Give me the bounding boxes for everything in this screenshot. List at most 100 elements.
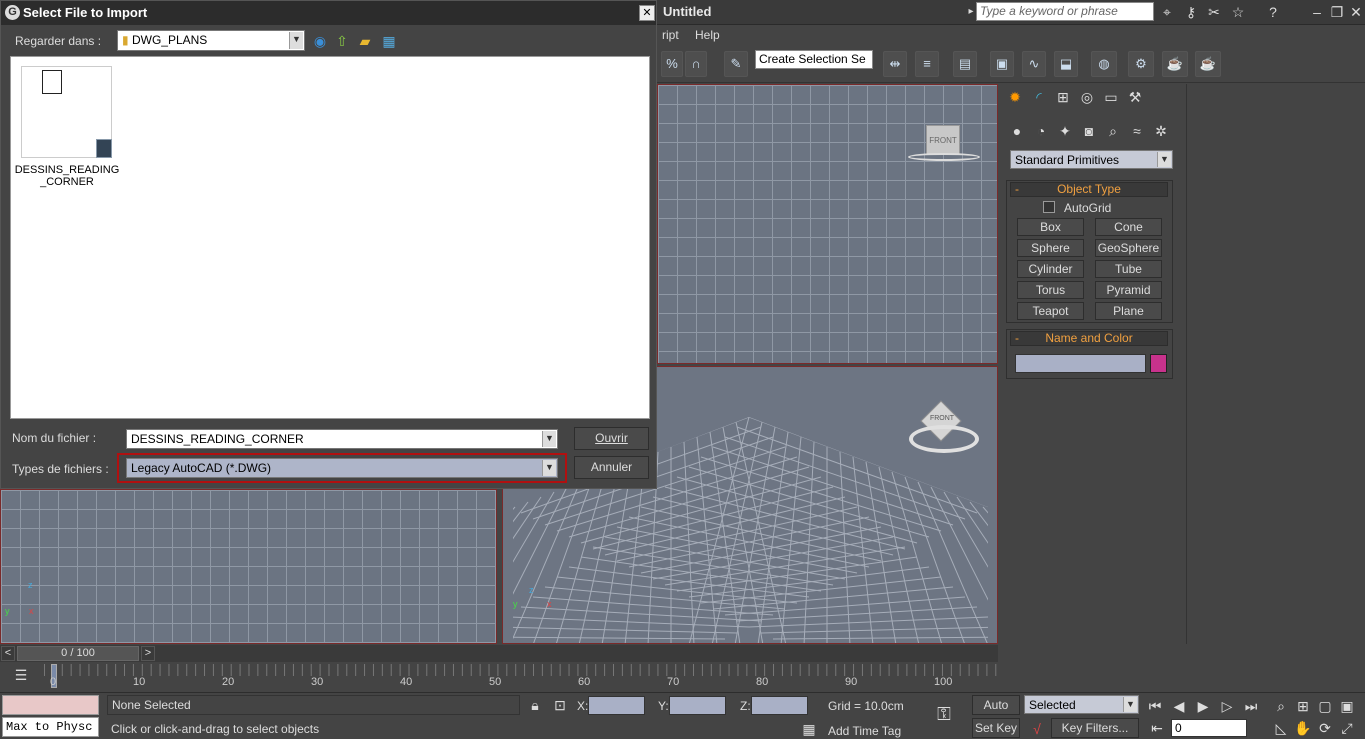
maximize-viewport-icon[interactable]: ⤢ <box>1338 719 1356 737</box>
new-folder-icon[interactable]: ▰ <box>356 32 374 50</box>
hierarchy-tab-icon[interactable]: ⊞ <box>1054 88 1072 106</box>
zoom-extents-all-icon[interactable]: ▣ <box>1338 697 1356 715</box>
prev-frame-button[interactable]: < <box>1 646 15 661</box>
autogrid-checkbox[interactable] <box>1043 201 1055 213</box>
lock-icon[interactable]: 🔒︎ <box>526 696 544 714</box>
filetype-dropdown[interactable]: Legacy AutoCAD (*.DWG) ▼ <box>126 458 558 478</box>
category-dropdown[interactable]: Standard Primitives ▼ <box>1010 150 1173 169</box>
lights-icon[interactable]: ✦ <box>1056 122 1074 140</box>
mirror-icon[interactable]: ⇹ <box>883 51 907 77</box>
percent-snap-icon[interactable]: % <box>661 51 683 77</box>
modify-tab-icon[interactable]: ◜ <box>1030 88 1048 106</box>
spinner-snap-icon[interactable]: ∩ <box>685 51 707 77</box>
minimize-icon[interactable]: – <box>1308 3 1326 21</box>
goto-start-icon[interactable]: ⏮ <box>1146 697 1164 715</box>
file-name-label[interactable]: DESSINS_READING_CORNER <box>13 164 121 188</box>
object-type-button-cylinder[interactable]: Cylinder <box>1017 260 1084 278</box>
help-icon[interactable]: ? <box>1264 3 1282 21</box>
align-icon[interactable]: ≡ <box>915 51 939 77</box>
current-frame-input[interactable]: 0 <box>1171 719 1247 737</box>
track-bar[interactable]: ☰ 0 10 20 30 40 50 60 70 80 90 100 <box>0 662 1365 692</box>
helpers-icon[interactable]: ⌕ <box>1104 122 1122 140</box>
z-coordinate-input[interactable] <box>751 696 808 715</box>
file-thumbnail[interactable] <box>21 66 112 158</box>
material-editor-icon[interactable]: ◍ <box>1091 51 1117 77</box>
pan-icon[interactable]: ✋ <box>1294 719 1312 737</box>
restore-icon[interactable]: ❐ <box>1328 3 1346 21</box>
absolute-mode-icon[interactable]: ⊡ <box>551 696 569 714</box>
scene-explorer-icon[interactable]: ▣ <box>990 51 1014 77</box>
star-icon[interactable]: ☆ <box>1229 3 1247 21</box>
cancel-button[interactable]: Annuler <box>574 456 649 479</box>
open-button[interactable]: Ouvrir <box>574 427 649 450</box>
auto-key-button[interactable]: Auto Key <box>972 695 1020 730</box>
viewport-left[interactable]: z y x <box>0 489 497 644</box>
up-folder-icon[interactable]: ⇧ <box>333 32 351 50</box>
set-key-button[interactable]: Set Key <box>972 718 1020 738</box>
edit-named-sets-icon[interactable]: ✎ <box>724 51 748 77</box>
cameras-icon[interactable]: ◙ <box>1080 122 1098 140</box>
render-frame-icon[interactable]: ☕ <box>1162 51 1188 77</box>
time-slider-thumb[interactable]: 0 / 100 <box>17 646 139 661</box>
maxscript-mini-listener[interactable] <box>2 695 99 715</box>
add-time-tag-button[interactable]: Add Time Tag <box>828 724 901 738</box>
maxscript-listener-output[interactable]: Max to Physc <box>2 717 99 737</box>
zoom-icon[interactable]: ⌕ <box>1272 697 1290 715</box>
binoculars-icon[interactable]: ⌖ <box>1158 3 1176 21</box>
zoom-all-icon[interactable]: ⊞ <box>1294 697 1312 715</box>
close-icon[interactable]: ✕ <box>1347 3 1365 21</box>
object-type-button-geosphere[interactable]: GeoSphere <box>1095 239 1162 257</box>
orbit-icon[interactable]: ⟳ <box>1316 719 1334 737</box>
render-setup-icon[interactable]: ⚙ <box>1128 51 1154 77</box>
prev-key-icon[interactable]: ◀︎ <box>1170 697 1188 715</box>
object-name-input[interactable] <box>1015 354 1146 373</box>
object-type-button-cone[interactable]: Cone <box>1095 218 1162 236</box>
key-icon[interactable]: ⚷ <box>1182 3 1200 21</box>
display-tab-icon[interactable]: ▭ <box>1102 88 1120 106</box>
object-color-swatch[interactable] <box>1150 354 1167 373</box>
play-icon[interactable]: ▶︎ <box>1194 697 1212 715</box>
object-type-button-sphere[interactable]: Sphere <box>1017 239 1084 257</box>
file-list[interactable]: DESSINS_READING_CORNER <box>10 56 650 419</box>
name-color-header[interactable]: - Name and Color <box>1010 331 1168 346</box>
dialog-close-icon[interactable]: ✕ <box>639 5 655 21</box>
zoom-extents-icon[interactable]: ▢ <box>1316 697 1334 715</box>
utilities-tab-icon[interactable]: ⚒ <box>1126 88 1144 106</box>
spacewarps-icon[interactable]: ≈ <box>1128 122 1146 140</box>
y-coordinate-input[interactable] <box>669 696 726 715</box>
object-type-button-teapot[interactable]: Teapot <box>1017 302 1084 320</box>
back-icon[interactable]: ◉ <box>311 32 329 50</box>
goto-end-icon[interactable]: ⏭ <box>1242 697 1260 715</box>
object-type-button-plane[interactable]: Plane <box>1095 302 1162 320</box>
mini-curve-editor-icon[interactable]: ☰ <box>12 666 30 684</box>
selection-set-dropdown[interactable]: Create Selection Se <box>755 50 873 69</box>
default-tangent-icon[interactable]: √ <box>1028 720 1046 738</box>
viewcube[interactable]: FRONT <box>926 125 960 155</box>
look-in-dropdown[interactable]: ▮ DWG_PLANS ▼ <box>117 30 305 51</box>
create-tab-icon[interactable]: ✹ <box>1006 88 1024 106</box>
motion-tab-icon[interactable]: ◎ <box>1078 88 1096 106</box>
time-tag-icon[interactable]: ▦ <box>800 720 818 738</box>
time-slider[interactable]: < 0 / 100 > <box>0 645 998 662</box>
next-frame-button[interactable]: > <box>141 646 155 661</box>
viewport-front[interactable]: FRONT <box>657 84 998 364</box>
key-filters-button[interactable]: Key Filters... <box>1051 718 1139 738</box>
view-menu-icon[interactable]: ▦ <box>380 32 398 50</box>
object-type-button-box[interactable]: Box <box>1017 218 1084 236</box>
curve-editor-icon[interactable]: ∿ <box>1022 51 1046 77</box>
search-input[interactable]: Type a keyword or phrase <box>976 2 1154 21</box>
render-icon[interactable]: ☕ <box>1195 51 1221 77</box>
systems-icon[interactable]: ✲ <box>1152 122 1170 140</box>
object-type-header[interactable]: - Object Type <box>1010 182 1168 197</box>
object-type-button-torus[interactable]: Torus <box>1017 281 1084 299</box>
key-set-dropdown[interactable]: Selected ▼ <box>1024 695 1139 714</box>
key-mode-icon[interactable]: ⇤ <box>1148 719 1166 737</box>
geometry-icon[interactable]: ● <box>1008 122 1026 140</box>
shapes-icon[interactable]: ◔ <box>1032 122 1050 140</box>
set-keys-icon[interactable]: ⚿ <box>935 705 953 723</box>
schematic-view-icon[interactable]: ⬓ <box>1054 51 1078 77</box>
x-coordinate-input[interactable] <box>588 696 645 715</box>
object-type-button-tube[interactable]: Tube <box>1095 260 1162 278</box>
layer-manager-icon[interactable]: ▤ <box>953 51 977 77</box>
field-of-view-icon[interactable]: ◺ <box>1272 719 1290 737</box>
